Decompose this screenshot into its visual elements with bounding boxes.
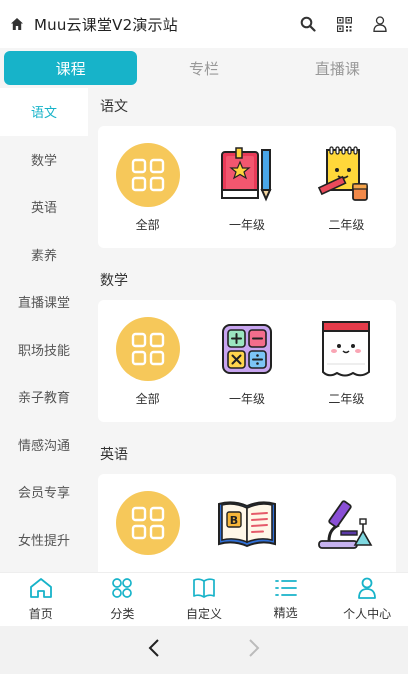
section-title: 语文 — [100, 99, 128, 115]
section-title: 数学 — [100, 273, 128, 289]
calendar-character-icon — [313, 316, 379, 382]
grid-icon — [111, 577, 133, 603]
microscope-icon — [313, 490, 379, 556]
nav-featured[interactable]: 精选 — [245, 573, 327, 626]
app-header: Muu云课堂V2演示站 — [0, 0, 408, 48]
sidebar-item-parenting[interactable]: 亲子教育 — [0, 373, 88, 421]
nav-custom[interactable]: 自定义 — [163, 573, 245, 626]
grid-all-icon — [115, 143, 180, 207]
grid-all-icon — [115, 491, 180, 555]
category-item-all[interactable]: 全部 — [98, 316, 197, 422]
nav-label: 分类 — [110, 607, 135, 621]
sidebar-item-emotional-communication[interactable]: 情感沟通 — [0, 421, 88, 469]
grid-all-icon — [115, 317, 180, 381]
back-button[interactable] — [104, 626, 204, 674]
svg-text:B: B — [230, 514, 238, 527]
chevron-right-icon — [248, 638, 260, 662]
category-label: 全部 — [135, 218, 160, 232]
home-outline-icon — [29, 577, 53, 603]
category-label: 全部 — [135, 392, 160, 406]
book-pencil-icon — [214, 142, 280, 208]
category-label: 一年级 — [228, 392, 265, 406]
tab-column[interactable]: 专栏 — [137, 51, 270, 85]
category-item-book[interactable]: B — [197, 490, 296, 572]
nav-label: 精选 — [273, 606, 298, 620]
sidebar-item-english[interactable]: 英语 — [0, 183, 88, 231]
category-item-all[interactable] — [98, 490, 197, 572]
sidebar-item-literacy[interactable]: 素养 — [0, 231, 88, 279]
category-tabs: 课程 专栏 直播课 — [0, 48, 408, 88]
bottom-nav: 首页 分类 自定义 精选 个人中心 — [0, 572, 408, 626]
sidebar: 语文 数学 英语 素养 直播课堂 职场技能 亲子教育 情感沟通 会员专享 女性提… — [0, 88, 88, 572]
forward-button[interactable] — [204, 626, 304, 674]
nav-home[interactable]: 首页 — [0, 573, 82, 626]
sidebar-item-live-class[interactable]: 直播课堂 — [0, 278, 88, 326]
tab-live[interactable]: 直播课 — [271, 51, 404, 85]
open-book-icon: B — [214, 490, 280, 556]
category-item-microscope[interactable] — [297, 490, 396, 572]
chevron-left-icon — [148, 638, 160, 662]
nav-category[interactable]: 分类 — [82, 573, 164, 626]
sidebar-item-women-growth[interactable]: 女性提升 — [0, 516, 88, 564]
book-icon — [192, 577, 216, 603]
category-item-grade-1[interactable]: 一年级 — [197, 142, 296, 248]
category-card: 全部 一年级 二年级 — [98, 300, 396, 422]
tab-course[interactable]: 课程 — [4, 51, 138, 85]
browser-nav-bar — [0, 626, 408, 674]
calculator-icon — [214, 316, 280, 382]
sidebar-item-math[interactable]: 数学 — [0, 136, 88, 184]
category-label: 一年级 — [228, 218, 265, 232]
category-item-grade-1[interactable]: 一年级 — [197, 316, 296, 422]
sidebar-item-career-skills[interactable]: 职场技能 — [0, 326, 88, 374]
nav-profile[interactable]: 个人中心 — [326, 573, 408, 626]
category-card: B — [98, 474, 396, 572]
site-title: Muu云课堂V2演示站 — [34, 15, 178, 34]
user-icon[interactable] — [362, 6, 398, 42]
category-item-grade-2[interactable]: 二年级 — [297, 142, 396, 248]
person-icon — [357, 577, 377, 603]
home-icon[interactable] — [10, 15, 28, 33]
section-title: 英语 — [100, 447, 128, 463]
qr-code-icon[interactable] — [326, 6, 362, 42]
category-label: 二年级 — [328, 218, 365, 232]
sidebar-item-members-only[interactable]: 会员专享 — [0, 468, 88, 516]
search-icon[interactable] — [290, 6, 326, 42]
category-item-all[interactable]: 全部 — [98, 142, 197, 248]
category-label: 二年级 — [328, 392, 365, 406]
category-item-grade-2[interactable]: 二年级 — [297, 316, 396, 422]
nav-label: 个人中心 — [343, 607, 392, 621]
list-icon — [274, 578, 298, 602]
sidebar-item-chinese[interactable]: 语文 — [0, 88, 88, 136]
category-card: 全部 一年级 二年级 — [98, 126, 396, 248]
nav-label: 首页 — [28, 607, 53, 621]
main-content: 语文 全部 一年级 二年级 数学 全部 一年级 二年级 英语 B — [88, 88, 408, 572]
nav-label: 自定义 — [185, 607, 222, 621]
notepad-character-icon — [313, 142, 379, 208]
